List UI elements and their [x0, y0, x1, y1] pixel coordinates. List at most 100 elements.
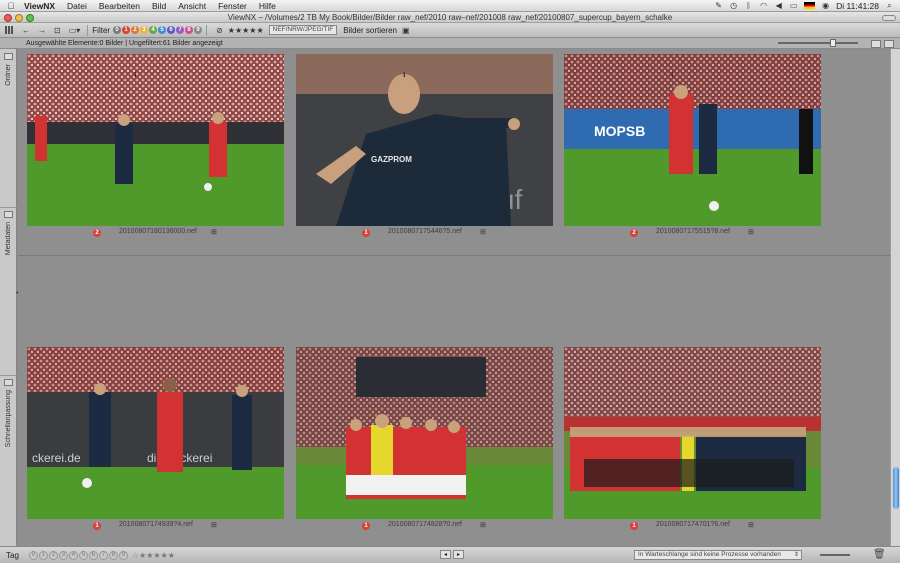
- slider-knob[interactable]: [830, 39, 836, 47]
- process-queue-select[interactable]: In Warteschlange sind keine Prozesse vor…: [634, 550, 802, 560]
- battery-icon[interactable]: ▭: [789, 1, 798, 10]
- photo-thumbnail[interactable]: [296, 347, 553, 519]
- tag-label-1[interactable]: 1: [38, 550, 48, 560]
- thumbnail-item[interactable]: 1 20100807174828?0.nef ⊞: [296, 347, 553, 533]
- file-format-select[interactable]: NEF/NRW/JPEG/TIF: [268, 25, 338, 35]
- thumbnail-item[interactable]: MOPSB 2 20100807175515?8.nef ⊞ ℹ: [564, 54, 821, 240]
- thumbnail-filename: 20100807180136000.nef: [119, 228, 197, 235]
- wifi-icon[interactable]: ◠: [759, 1, 768, 10]
- forward-button[interactable]: →: [35, 25, 49, 36]
- tag-rating-stars[interactable]: ☆★★★★★: [132, 551, 175, 560]
- sidebar-label-folders[interactable]: Ordner: [5, 64, 12, 86]
- thumbnail-filename: 20100807174828?0.nef: [388, 521, 462, 528]
- sidebar-label-quick-adjust[interactable]: Schnellanpassung: [5, 390, 12, 447]
- tag-label-4[interactable]: 4: [68, 550, 78, 560]
- time-machine-icon[interactable]: ◷: [729, 1, 738, 10]
- next-image-button[interactable]: ▸: [453, 550, 464, 559]
- view-layout-icon[interactable]: [884, 39, 894, 48]
- menu-app-name[interactable]: ViewNX: [18, 1, 61, 11]
- progress-slider[interactable]: [820, 554, 850, 556]
- vertical-scrollbar[interactable]: [890, 49, 900, 546]
- tag-label-8[interactable]: 8: [108, 550, 118, 560]
- tag-label-3[interactable]: 3: [58, 550, 68, 560]
- thumbnail-item[interactable]: 1 20100807174701?6.nef ⊞: [564, 347, 821, 533]
- selection-status-bar: Ausgewählte Elemente:0 Bilder | Ungefilt…: [0, 38, 900, 49]
- thumbnail-size-slider[interactable]: [778, 39, 858, 47]
- menu-fenster[interactable]: Fenster: [212, 1, 253, 11]
- sort-menu-icon[interactable]: ▣: [399, 25, 413, 36]
- scripts-icon[interactable]: ✎: [714, 1, 723, 10]
- thumbnail-grid-view-button[interactable]: [2, 25, 17, 36]
- label-filter-5[interactable]: 5: [158, 26, 167, 34]
- thumbnail-info-icon[interactable]: ℹ: [134, 71, 137, 79]
- rating-filter-stars[interactable]: ★★★★★: [228, 26, 264, 35]
- panel-toggle-icon[interactable]: [4, 211, 13, 218]
- sort-images-label[interactable]: Bilder sortieren: [343, 26, 397, 35]
- file-format-icon: ⊞: [480, 522, 486, 529]
- menu-bearbeiten[interactable]: Bearbeiten: [93, 1, 146, 11]
- sidebar-label-metadata[interactable]: Metadaten: [5, 222, 12, 255]
- photo-thumbnail[interactable]: os auf GAZPROM: [296, 54, 553, 226]
- volume-icon[interactable]: ◀: [774, 1, 783, 10]
- panel-toggle-icon[interactable]: [4, 53, 13, 60]
- browse-menu-button[interactable]: ▭▾: [66, 25, 84, 36]
- apple-menu-icon[interactable]: : [4, 1, 18, 11]
- photo-thumbnail[interactable]: MOPSB: [564, 54, 821, 226]
- tag-label-group: 0 1 2 3 4 5 6 7 8 9: [28, 550, 128, 560]
- keyboard-layout-flag-icon[interactable]: [804, 2, 816, 9]
- label-filter-3[interactable]: 3: [140, 26, 149, 34]
- toolbar-separator: [206, 24, 208, 36]
- label-filter-6[interactable]: 6: [167, 26, 176, 34]
- menu-clock[interactable]: Di 11:41:28: [836, 1, 879, 11]
- rating-filter-mode-icon[interactable]: ⊘: [213, 25, 226, 36]
- photo-thumbnail[interactable]: [27, 54, 284, 226]
- thumbnail-grid: 2 20100807180136000.nef ⊞ ℹ os auf GAZPR…: [18, 49, 890, 546]
- thumbnail-info-icon[interactable]: ℹ: [671, 71, 674, 79]
- panel-toggle-icon[interactable]: [4, 379, 13, 386]
- toolbar-toggle-button[interactable]: [882, 14, 896, 21]
- label-filter-group: 0 1 2 3 4 5 6 7 8 9: [113, 26, 203, 34]
- label-filter-2[interactable]: 2: [131, 26, 140, 34]
- tag-label-6[interactable]: 6: [88, 550, 98, 560]
- trash-icon[interactable]: 🗑: [873, 549, 886, 560]
- sidebar-panel-metadata[interactable]: Metadaten: [2, 211, 15, 255]
- scrollbar-thumb[interactable]: [893, 467, 899, 509]
- tag-label-9[interactable]: 9: [118, 550, 128, 560]
- bottom-tag-bar: Tag 0 1 2 3 4 5 6 7 8 9 ☆★★★★★ ◂ ▸ In Wa…: [0, 546, 900, 563]
- back-button[interactable]: ←: [19, 25, 33, 36]
- label-filter-8[interactable]: 8: [185, 26, 194, 34]
- spotlight-search-icon[interactable]: ⌕: [885, 1, 894, 10]
- sidebar-panel-folders[interactable]: Ordner: [2, 53, 15, 86]
- menu-datei[interactable]: Datei: [61, 1, 93, 11]
- user-icon[interactable]: ◉: [821, 1, 830, 10]
- thumbnail-item[interactable]: 2 20100807180136000.nef ⊞ ℹ: [27, 54, 284, 240]
- sidebar-panel-quick-adjust[interactable]: Schnellanpassung: [2, 379, 15, 447]
- tag-label-0[interactable]: 0: [28, 550, 38, 560]
- label-filter-9[interactable]: 9: [194, 26, 203, 34]
- tag-label-2[interactable]: 2: [48, 550, 58, 560]
- thumbnail-item[interactable]: os auf GAZPROM 1 20100807175446?5.nef ⊞ …: [296, 54, 553, 240]
- color-label-badge: 2: [630, 229, 638, 237]
- tag-label-5[interactable]: 5: [78, 550, 88, 560]
- menu-hilfe[interactable]: Hilfe: [253, 1, 282, 11]
- label-filter-4[interactable]: 4: [149, 26, 158, 34]
- label-filter-1[interactable]: 1: [122, 26, 131, 34]
- color-label-badge: 1: [362, 229, 370, 237]
- label-filter-7[interactable]: 7: [176, 26, 185, 34]
- tag-label-7[interactable]: 7: [98, 550, 108, 560]
- photo-thumbnail[interactable]: ckerei.de diedruckerei: [27, 347, 284, 519]
- close-window-button[interactable]: [4, 13, 12, 22]
- folder-up-button[interactable]: ⊡: [51, 25, 64, 36]
- label-filter-0[interactable]: 0: [113, 26, 122, 34]
- thumbnail-info-icon[interactable]: ℹ: [403, 71, 406, 79]
- menu-ansicht[interactable]: Ansicht: [172, 1, 212, 11]
- minimize-window-button[interactable]: [15, 13, 23, 22]
- bluetooth-icon[interactable]: ᛒ: [744, 1, 753, 10]
- view-options-icon[interactable]: [871, 39, 881, 48]
- previous-image-button[interactable]: ◂: [440, 550, 451, 559]
- thumbnail-item[interactable]: ckerei.de diedruckerei 1 20100807174939?…: [27, 347, 284, 533]
- zoom-window-button[interactable]: [26, 13, 34, 22]
- window-title: ViewNX – /Volumes/2 TB My Book/Bilder/Bi…: [227, 13, 673, 22]
- photo-thumbnail[interactable]: [564, 347, 821, 519]
- menu-bild[interactable]: Bild: [146, 1, 172, 11]
